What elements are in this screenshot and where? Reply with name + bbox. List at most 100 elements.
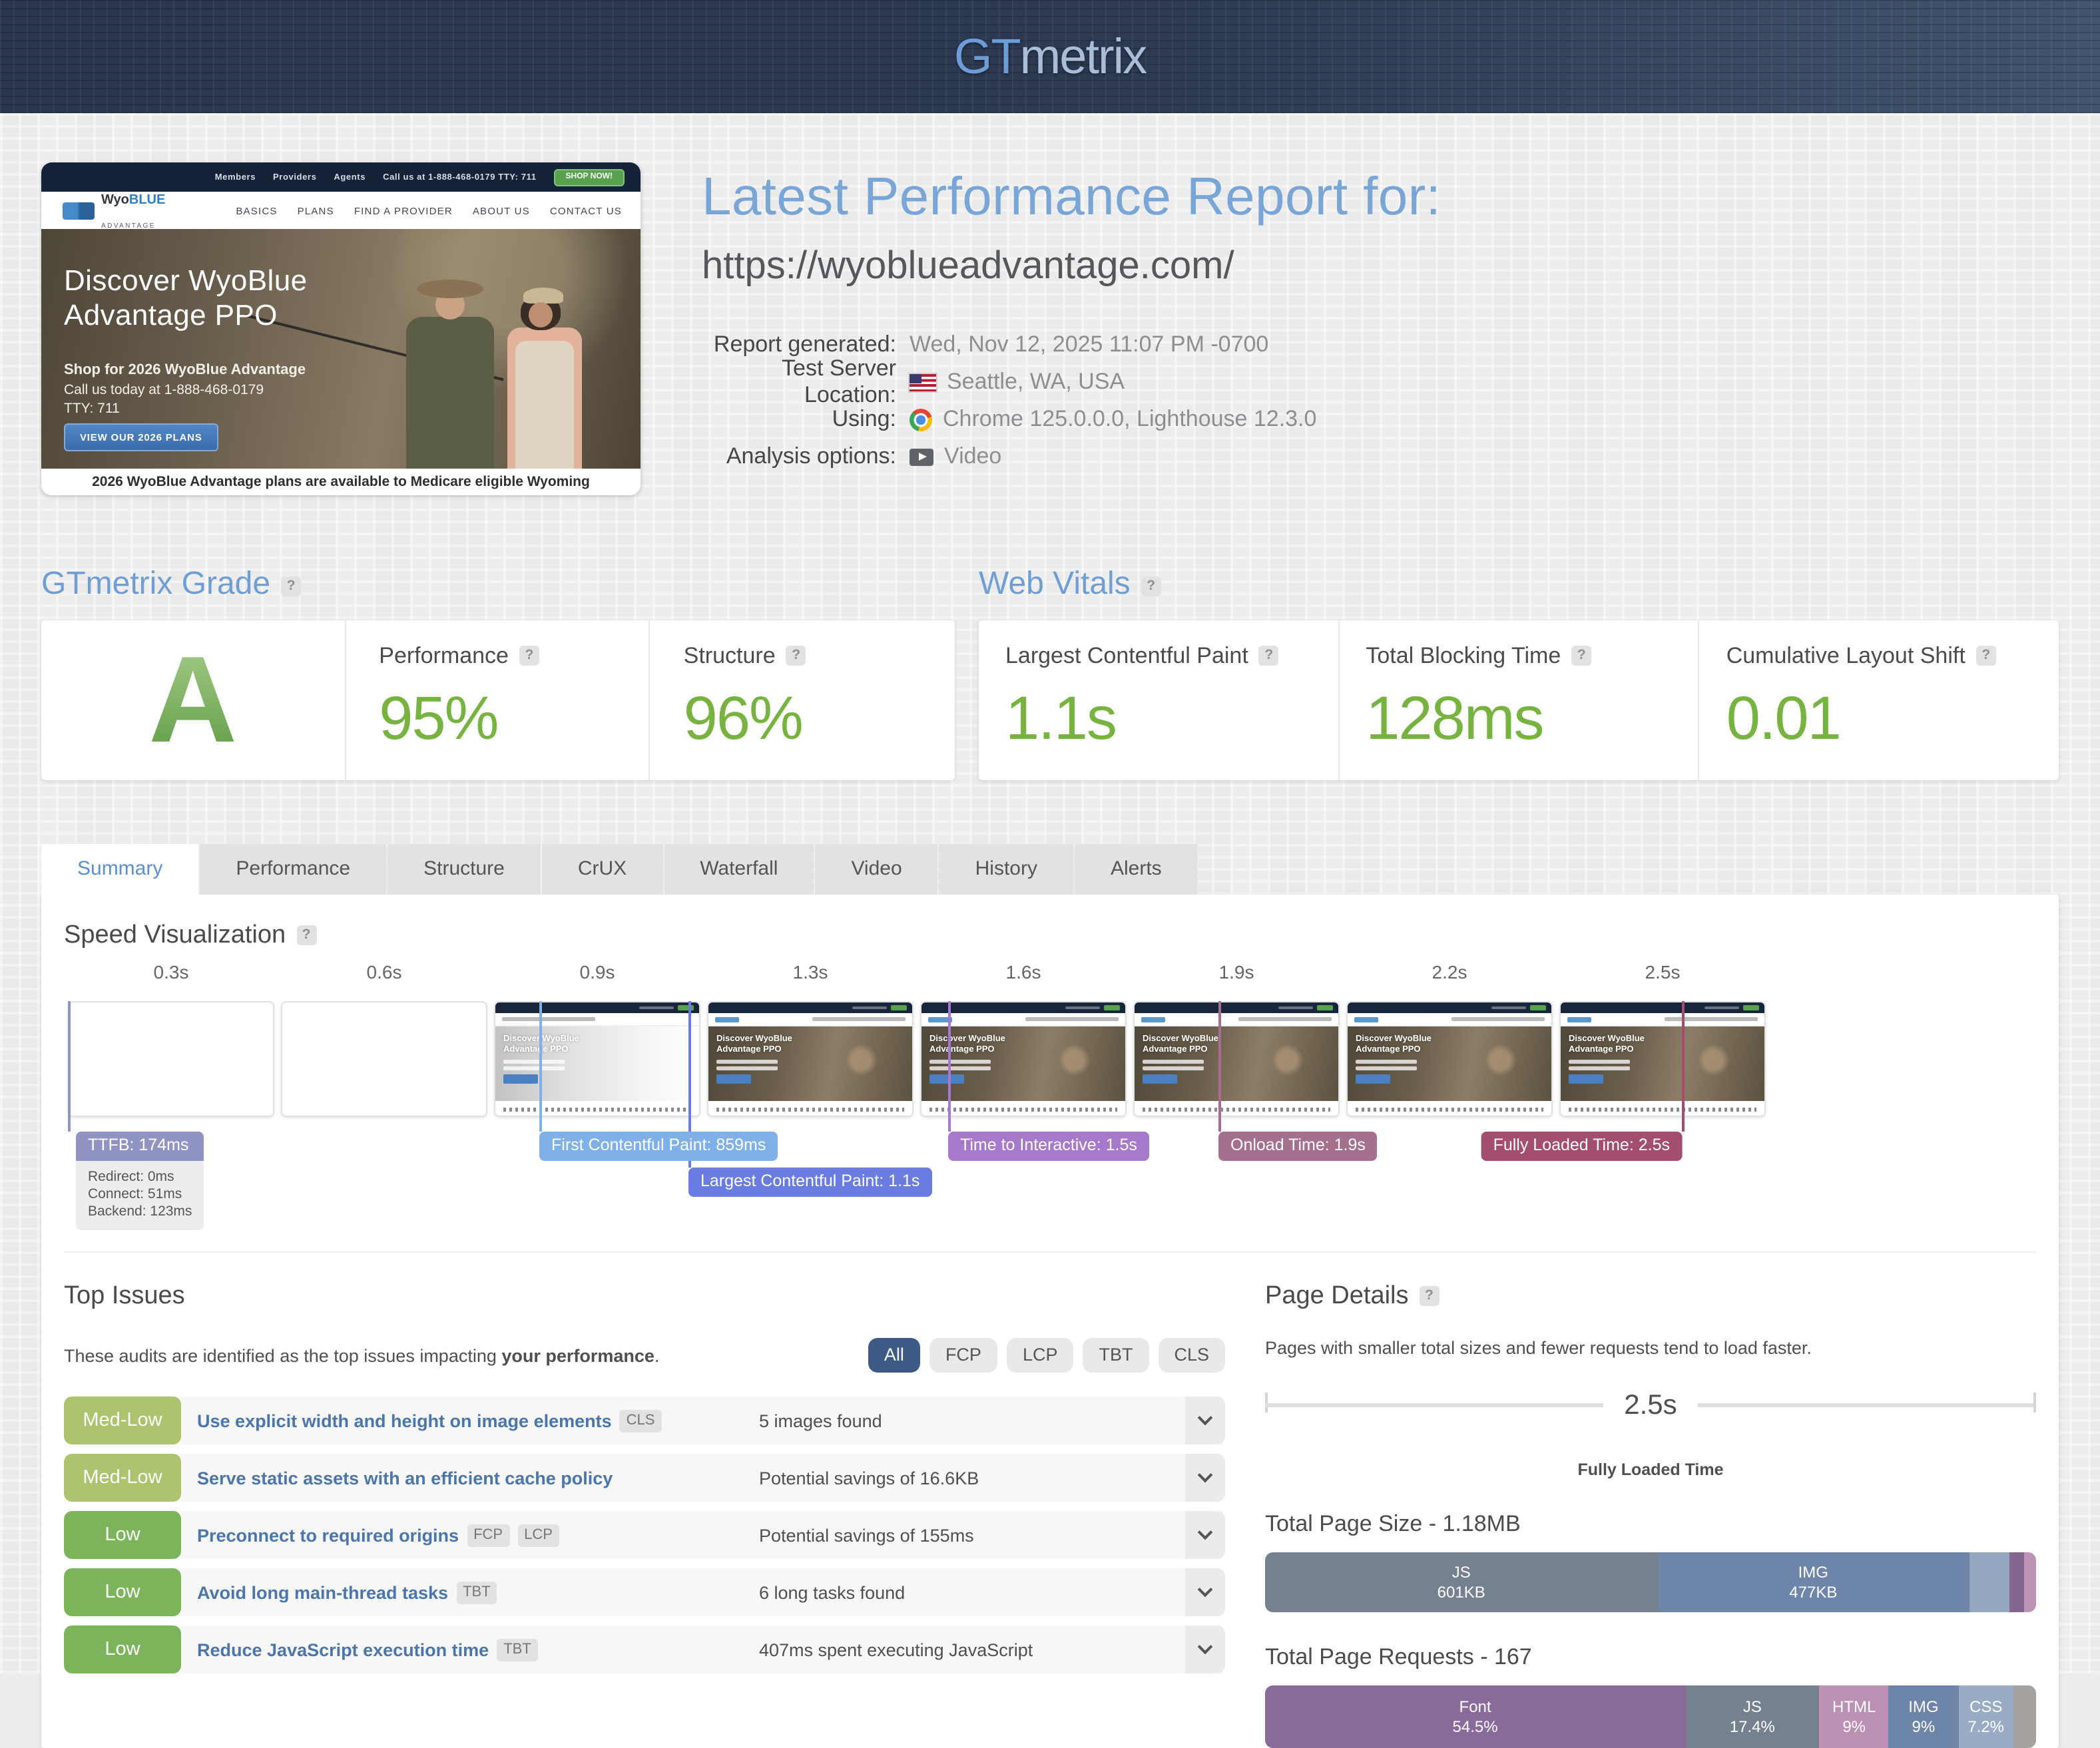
bar-segment-label: CSS <box>1969 1697 2002 1717</box>
marker-line-fully <box>1682 1001 1685 1132</box>
page-details-title: Page Details? <box>1265 1282 2036 1311</box>
bar-segment-value: 7.2% <box>1968 1717 2004 1737</box>
bar-segment-other <box>2013 1685 2036 1748</box>
help-icon[interactable]: ? <box>1419 1286 1439 1306</box>
issue-link[interactable]: Reduce JavaScript execution time <box>197 1639 489 1659</box>
filter-tbt[interactable]: TBT <box>1083 1338 1149 1373</box>
filter-fcp[interactable]: FCP <box>929 1338 997 1373</box>
chevron-down-icon <box>1198 1639 1213 1655</box>
tab-waterfall[interactable]: Waterfall <box>664 844 814 895</box>
frame-text-line <box>1569 1060 1630 1064</box>
frame-timestamp: 0.6s <box>281 961 487 988</box>
frame-shop-button <box>1743 1005 1759 1010</box>
issue-severity-badge: Med-Low <box>64 1397 181 1444</box>
frame-site-nav <box>708 1013 912 1026</box>
issue-body: Serve static assets with an efficient ca… <box>181 1454 759 1502</box>
issue-link[interactable]: Use explicit width and height on image e… <box>197 1411 612 1430</box>
filter-lcp[interactable]: LCP <box>1007 1338 1074 1373</box>
filter-all[interactable]: All <box>868 1338 920 1373</box>
bar-segment-label: JS <box>1743 1697 1762 1717</box>
preview-hero-photo: Discover WyoBlue Advantage PPO Shop for … <box>41 229 641 469</box>
bar-segment-value: 9% <box>1842 1717 1866 1737</box>
frame-timestamp: 2.2s <box>1346 961 1553 988</box>
tab-structure[interactable]: Structure <box>388 844 541 895</box>
frame-column: 0.3s <box>68 961 274 1117</box>
frame-text-line <box>716 1067 778 1070</box>
frame-site-topbar <box>1348 1002 1551 1013</box>
frame-text-line <box>716 1060 778 1064</box>
frame-hero-button <box>929 1074 964 1084</box>
report-field-text: Chrome 125.0.0.0, Lighthouse 12.3.0 <box>943 406 1316 433</box>
marker-line-fcp <box>539 1001 542 1132</box>
hat-shape <box>417 280 483 298</box>
marker-badge-tti: Time to Interactive: 1.5s <box>948 1132 1149 1160</box>
frame-hero-lines <box>1569 1060 1764 1070</box>
issue-detail: Potential savings of 155ms <box>759 1511 1185 1559</box>
help-icon[interactable]: ? <box>281 576 301 596</box>
frame-timestamp: 1.9s <box>1133 961 1340 988</box>
issue-expand-button[interactable] <box>1185 1397 1225 1444</box>
issue-expand-button[interactable] <box>1185 1454 1225 1502</box>
help-icon[interactable]: ? <box>519 646 539 666</box>
frame-hero-lines <box>716 1060 912 1070</box>
frame-site-nav <box>1348 1013 1551 1026</box>
frame-timestamp: 0.3s <box>68 961 274 988</box>
marker-badge-lcp: Largest Contentful Paint: 1.1s <box>688 1168 931 1196</box>
issue-expand-button[interactable] <box>1185 1511 1225 1559</box>
issue-link[interactable]: Serve static assets with an efficient ca… <box>197 1468 613 1488</box>
frame-nav-links-line <box>1665 1017 1758 1021</box>
frame-hero: Discover WyoBlue Advantage PPO <box>1135 1026 1338 1101</box>
frame-topbar-line <box>852 1006 887 1010</box>
issue-link[interactable]: Avoid long main-thread tasks <box>197 1582 448 1602</box>
preview-nav-link: FIND A PROVIDER <box>354 204 453 216</box>
preview-topbar-link: Providers <box>273 172 316 182</box>
bar-segment-value: 54.5% <box>1453 1717 1498 1737</box>
tab-crux[interactable]: CrUX <box>542 844 662 895</box>
help-icon[interactable]: ? <box>1976 646 1996 666</box>
report-field-value: Seattle, WA, USA <box>910 369 1125 395</box>
summary-panel: Speed Visualization? 0.3s0.6s0.9sDiscove… <box>41 895 2059 1748</box>
issue-expand-button[interactable] <box>1185 1626 1225 1673</box>
frame-text-line <box>929 1067 991 1070</box>
help-icon[interactable]: ? <box>296 925 316 945</box>
tab-alerts[interactable]: Alerts <box>1075 844 1198 895</box>
tab-video[interactable]: Video <box>815 844 937 895</box>
preview-hero-line: Call us today at 1-888-468-0179 <box>64 382 306 398</box>
help-icon[interactable]: ? <box>1571 646 1591 666</box>
tab-history[interactable]: History <box>939 844 1073 895</box>
issue-expand-button[interactable] <box>1185 1568 1225 1616</box>
frame-text-line <box>1569 1067 1630 1070</box>
help-icon[interactable]: ? <box>1141 576 1161 596</box>
help-icon[interactable]: ? <box>1259 646 1279 666</box>
chrome-icon <box>910 408 932 431</box>
preview-hero-line: TTY: 711 <box>64 401 306 417</box>
ttfb-detail-line: Connect: 51ms <box>88 1186 192 1203</box>
preview-hero-line: Shop for 2026 WyoBlue Advantage <box>64 362 306 378</box>
chevron-down-icon <box>1198 1468 1213 1483</box>
issue-filters: All FCP LCP TBT CLS <box>868 1338 1225 1373</box>
bar-segment-label: IMG <box>1908 1697 1938 1717</box>
bar-segment-value: 9% <box>1912 1717 1936 1737</box>
speed-visualization-timeline: 0.3s0.6s0.9sDiscover WyoBlue Advantage P… <box>68 961 2036 1238</box>
report-field-label: Analysis options: <box>702 443 910 470</box>
issue-row: LowReduce JavaScript execution timeTBT40… <box>64 1626 1225 1673</box>
us-flag-icon <box>910 373 936 391</box>
structure-label: Structure? <box>684 643 955 670</box>
frame-topbar-line <box>639 1006 674 1010</box>
frame-logo-line <box>1354 1016 1378 1022</box>
issue-link[interactable]: Preconnect to required origins <box>197 1525 459 1545</box>
tab-summary[interactable]: Summary <box>41 844 198 895</box>
issue-row: LowPreconnect to required originsFCPLCPP… <box>64 1511 1225 1559</box>
chevron-down-icon <box>1198 1411 1213 1426</box>
tab-performance[interactable]: Performance <box>200 844 386 895</box>
frame-hero-button <box>503 1074 538 1084</box>
filter-cls[interactable]: CLS <box>1158 1338 1225 1373</box>
help-icon[interactable]: ? <box>786 646 806 666</box>
frame-hero-button <box>1143 1074 1177 1084</box>
preview-nav-link: CONTACT US <box>550 204 622 216</box>
bar-segment-html: HTML9% <box>1820 1685 1889 1748</box>
report-url: https://wyoblueadvantage.com/ <box>702 245 1441 289</box>
report-page: Members Providers Agents Call us at 1-88… <box>0 162 2100 1748</box>
top-issues-title: Top Issues <box>64 1282 1225 1311</box>
preview-topbar-link: Agents <box>334 172 366 182</box>
